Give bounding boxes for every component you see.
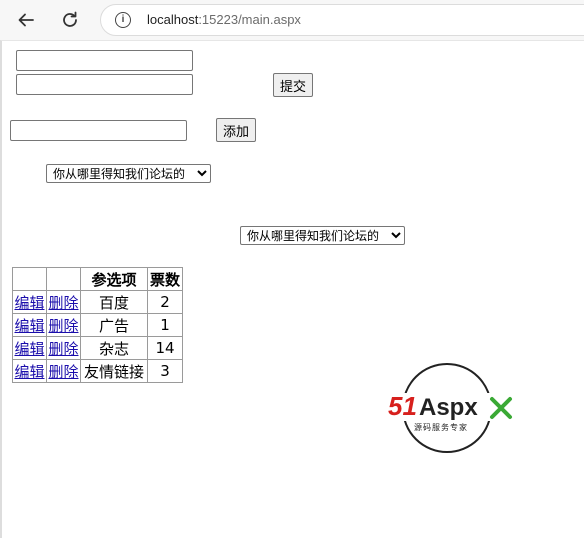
delete-cell: 删除 — [46, 313, 81, 337]
option-cell: 百度 — [80, 290, 148, 314]
url-host: localhost — [147, 12, 199, 27]
reload-button[interactable] — [56, 6, 84, 34]
51aspx-logo: 51 Aspx 源码服务专家 — [386, 363, 516, 453]
header-votes: 票数 — [147, 267, 183, 291]
table-row: 编辑 删除 友情链接 3 — [12, 359, 183, 383]
votes-cell: 3 — [147, 359, 183, 383]
back-button[interactable] — [12, 6, 40, 34]
vote-options-table: 参选项 票数 编辑 删除 百度 2 编辑 删除 广告 1 编辑 删除 杂志 14 — [12, 267, 183, 383]
delete-link[interactable]: 删除 — [48, 340, 78, 358]
header-delete-col — [46, 267, 81, 291]
votes-cell: 14 — [147, 336, 183, 360]
delete-cell: 删除 — [46, 359, 81, 383]
edit-cell: 编辑 — [12, 290, 47, 314]
table-header-row: 参选项 票数 — [12, 267, 183, 291]
delete-link[interactable]: 删除 — [48, 294, 78, 312]
delete-cell: 删除 — [46, 336, 81, 360]
address-bar[interactable]: i localhost:15223/main.aspx — [100, 4, 584, 36]
logo-text-aspx: Aspx — [419, 394, 478, 421]
arrow-left-icon — [18, 13, 34, 27]
delete-cell: 删除 — [46, 290, 81, 314]
edit-cell: 编辑 — [12, 359, 47, 383]
reload-icon — [63, 11, 77, 27]
votes-cell: 1 — [147, 313, 183, 337]
add-button[interactable]: 添加 — [216, 118, 257, 142]
edit-link[interactable]: 编辑 — [14, 317, 44, 335]
option-cell: 广告 — [80, 313, 148, 337]
url-text: localhost:15223/main.aspx — [147, 12, 301, 27]
source-select-2[interactable]: 你从哪里得知我们论坛的 — [240, 226, 405, 245]
add-input[interactable] — [10, 120, 187, 141]
votes-cell: 2 — [147, 290, 183, 314]
logo-text-51: 51 — [388, 391, 417, 421]
edit-link[interactable]: 编辑 — [14, 363, 44, 381]
edit-cell: 编辑 — [12, 336, 47, 360]
logo-tagline: 源码服务专家 — [414, 422, 468, 432]
edit-link[interactable]: 编辑 — [14, 294, 44, 312]
table-row: 编辑 删除 广告 1 — [12, 313, 183, 337]
info-icon[interactable]: i — [115, 12, 131, 28]
table-row: 编辑 删除 杂志 14 — [12, 336, 183, 360]
submit-button[interactable]: 提交 — [273, 73, 314, 97]
text-input-2[interactable] — [16, 74, 193, 95]
header-edit-col — [12, 267, 47, 291]
edit-cell: 编辑 — [12, 313, 47, 337]
text-input-1[interactable] — [16, 50, 193, 71]
option-cell: 杂志 — [80, 336, 148, 360]
header-option: 参选项 — [80, 267, 148, 291]
delete-link[interactable]: 删除 — [48, 363, 78, 381]
delete-link[interactable]: 删除 — [48, 317, 78, 335]
browser-toolbar: i localhost:15223/main.aspx — [0, 0, 584, 40]
table-row: 编辑 删除 百度 2 — [12, 290, 183, 314]
option-cell: 友情链接 — [80, 359, 148, 383]
url-path: :15223/main.aspx — [198, 12, 301, 27]
source-select-1[interactable]: 你从哪里得知我们论坛的 — [46, 164, 211, 183]
edit-link[interactable]: 编辑 — [14, 340, 44, 358]
page-viewport: 提交 添加 你从哪里得知我们论坛的 你从哪里得知我们论坛的 参选项 票数 编辑 … — [0, 40, 584, 538]
